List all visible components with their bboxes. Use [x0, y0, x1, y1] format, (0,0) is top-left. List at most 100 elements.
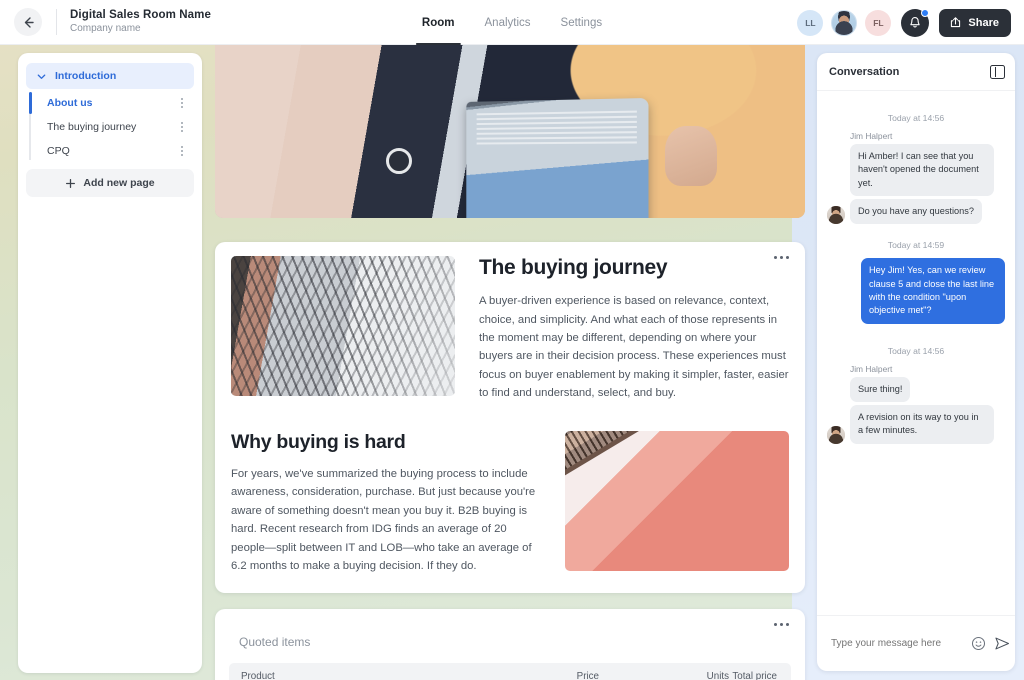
title-divider: [56, 9, 57, 35]
plus-icon: [66, 178, 76, 188]
share-icon: [951, 17, 961, 28]
hero-laptop: [466, 97, 649, 218]
message-row: Do you have any questions?: [827, 199, 1005, 225]
column-header-product: Product: [241, 670, 275, 680]
back-button[interactable]: [14, 8, 42, 36]
conversation-header: Conversation: [817, 53, 1015, 91]
message-sender: Jim Halpert: [850, 363, 893, 374]
page-title: Digital Sales Room Name: [70, 9, 211, 22]
emoji-button[interactable]: [971, 636, 986, 651]
hero-hand: [664, 126, 717, 186]
section-image-mesh: [231, 256, 455, 396]
message-bubble: Hi Amber! I can see that you haven't ope…: [850, 144, 994, 197]
nav-tabs: Room Analytics Settings: [415, 0, 605, 45]
message-input[interactable]: [831, 638, 963, 649]
send-icon: [995, 637, 1010, 650]
sidebar-item-cpq[interactable]: CPQ: [37, 139, 194, 163]
avatar-face: [832, 10, 857, 35]
add-new-page-label: Add new page: [83, 177, 155, 189]
message-bubble: Hey Jim! Yes, can we review clause 5 and…: [861, 258, 1005, 324]
tab-analytics[interactable]: Analytics: [483, 0, 533, 45]
conversation-title: Conversation: [829, 65, 900, 78]
title-block: Digital Sales Room Name Company name: [70, 9, 211, 35]
top-bar: Digital Sales Room Name Company name Roo…: [0, 0, 1024, 45]
sidebar-item-label: CPQ: [47, 145, 70, 157]
page-menu-icon[interactable]: [176, 144, 188, 158]
message-sender: Jim Halpert: [850, 131, 893, 141]
sidebar-item-the-buying-journey[interactable]: The buying journey: [37, 115, 194, 139]
card-menu-button[interactable]: [774, 623, 789, 627]
section-why-buying-is-hard: Why buying is hard For years, we've summ…: [231, 430, 789, 576]
smiley-icon: [971, 636, 986, 651]
share-button[interactable]: Share: [939, 8, 1011, 37]
page-menu-icon[interactable]: [176, 120, 188, 134]
message-timestamp: Today at 14:56: [887, 345, 945, 356]
document-column: The buying journey A buyer-driven experi…: [215, 45, 805, 680]
tab-room[interactable]: Room: [415, 0, 461, 45]
sidebar-item-label: About us: [47, 97, 93, 109]
panel-collapse-icon[interactable]: [990, 64, 1005, 79]
section-body: A buyer-driven experience is based on re…: [479, 295, 789, 400]
section-heading: The buying journey: [479, 256, 668, 279]
column-header-total-price: Total price: [732, 670, 777, 680]
app-root: Digital Sales Room Name Company name Roo…: [0, 0, 1024, 680]
message-row: A revision on its way to you in a few mi…: [827, 405, 1005, 444]
section-heading: Why buying is hard: [231, 430, 406, 453]
sidebar-item-label: The buying journey: [47, 121, 137, 133]
tab-settings[interactable]: Settings: [559, 0, 605, 45]
sidebar: Introduction About us The buying journey…: [18, 53, 202, 673]
column-header-price: Price: [576, 670, 599, 680]
conversation-panel: Conversation Today at 14:56 Jim Halpert …: [817, 53, 1015, 671]
share-label: Share: [968, 16, 999, 29]
sidebar-item-about-us[interactable]: About us: [29, 91, 194, 115]
section-buying-journey: The buying journey A buyer-driven experi…: [231, 256, 789, 403]
chevron-down-icon: [37, 73, 46, 79]
message-timestamp: Today at 14:59: [887, 240, 945, 251]
section-text: Why buying is hard For years, we've summ…: [231, 431, 543, 576]
section-image-escalator: [565, 430, 789, 571]
message-bubble: Do you have any questions?: [850, 199, 982, 225]
card-menu-button[interactable]: [774, 256, 789, 259]
message-avatar: [827, 425, 845, 444]
table-header-row: Product Price Units Total price: [229, 663, 791, 680]
avatar-photo[interactable]: [831, 9, 858, 36]
quoted-items-title: Quoted items: [239, 635, 311, 650]
content-card: The buying journey A buyer-driven experi…: [215, 242, 805, 594]
notifications-button[interactable]: [901, 8, 930, 37]
message-bubble: A revision on its way to you in a few mi…: [850, 405, 994, 444]
bell-icon: [910, 16, 921, 28]
notification-badge: [921, 8, 930, 17]
message-bubble: Sure thing!: [850, 376, 911, 403]
hero-watch: [386, 148, 413, 174]
sidebar-section-label: Introduction: [55, 70, 117, 82]
top-bar-actions: LL FL Share: [797, 0, 1011, 45]
column-header-units: Units: [706, 670, 729, 680]
avatar-fl[interactable]: FL: [865, 9, 892, 36]
message-row: Hi Amber! I can see that you haven't ope…: [827, 144, 1005, 197]
message-row: Sure thing!: [827, 376, 1005, 403]
message-timestamp: Today at 14:56: [887, 113, 945, 123]
avatar-spacer: [827, 178, 845, 196]
avatar-spacer: [827, 384, 845, 402]
quoted-items-card: Quoted items Product Price Units Total p…: [215, 609, 805, 680]
avatar-face: [827, 206, 845, 225]
avatar-ll[interactable]: LL: [797, 9, 824, 36]
message-composer: [817, 615, 1015, 671]
section-text: The buying journey A buyer-driven experi…: [479, 256, 789, 403]
sidebar-section-introduction[interactable]: Introduction: [26, 63, 194, 89]
message-avatar: [827, 206, 845, 225]
sidebar-pages: About us The buying journey CPQ: [26, 91, 194, 163]
conversation-messages: Today at 14:56 Jim Halpert Hi Amber! I c…: [817, 91, 1015, 615]
send-button[interactable]: [994, 636, 1011, 651]
hero-image: [215, 45, 805, 218]
company-name: Company name: [70, 23, 141, 35]
canvas: Introduction About us The buying journey…: [0, 45, 1024, 680]
add-new-page-button[interactable]: Add new page: [26, 169, 194, 197]
avatar-face: [827, 425, 845, 444]
section-body: For years, we've summarized the buying p…: [231, 468, 536, 573]
arrow-left-icon: [24, 16, 34, 28]
quoted-items-table: Product Price Units Total price: [229, 663, 791, 680]
card-content: The buying journey A buyer-driven experi…: [215, 242, 805, 593]
page-menu-icon[interactable]: [176, 96, 188, 110]
message-row: Hey Jim! Yes, can we review clause 5 and…: [827, 258, 1005, 324]
